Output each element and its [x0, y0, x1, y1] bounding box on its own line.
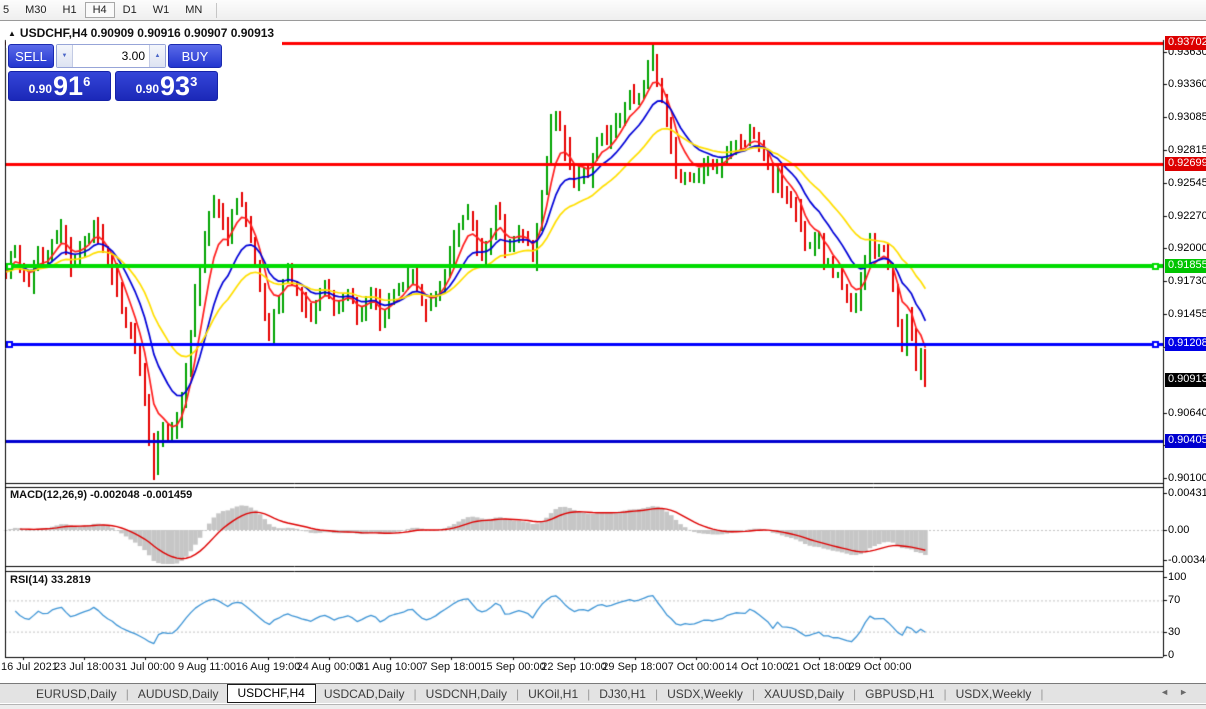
- tab-xauusd-daily[interactable]: XAUUSD,Daily: [756, 685, 852, 703]
- timeframe-w1[interactable]: W1: [145, 2, 178, 18]
- price-tick-label: 0.92000: [1168, 242, 1206, 254]
- rsi-scale-label: 70: [1168, 594, 1180, 606]
- price-tick-label: 0.91455: [1168, 308, 1206, 320]
- tabs-scroll-left-icon[interactable]: ◄: [1160, 687, 1179, 697]
- date-label: 31 Aug 10:00: [358, 661, 423, 673]
- price-badge: 0.91855: [1165, 259, 1206, 273]
- tab-dj30-h1[interactable]: DJ30,H1: [591, 685, 654, 703]
- price-tick-label: 0.92545: [1168, 177, 1206, 189]
- buy-price-prefix: 0.90: [136, 82, 159, 96]
- buy-price-big: 93: [160, 73, 190, 99]
- price-badge: 0.91208: [1165, 337, 1206, 351]
- timeframe-5[interactable]: 5: [0, 2, 17, 18]
- rsi-scale-label: 0: [1168, 649, 1174, 661]
- tab-divider: |: [1039, 687, 1044, 701]
- tab-audusd-daily[interactable]: AUDUSD,Daily: [130, 685, 227, 703]
- tab-gbpusd-h1[interactable]: GBPUSD,H1: [857, 685, 942, 703]
- price-tick-label: 0.92815: [1168, 144, 1206, 156]
- price-tick-label: 0.93360: [1168, 78, 1206, 90]
- buy-button[interactable]: BUY: [168, 44, 222, 68]
- buy-price-button[interactable]: 0.90 93 3: [115, 71, 218, 101]
- one-click-trade-panel: SELL ▼ ▲ BUY 0.90 91 6 0.90 93 3: [8, 44, 222, 101]
- date-label: 16 Jul 2021: [1, 661, 58, 673]
- macd-scale-label: -0.003405: [1168, 554, 1206, 566]
- volume-increase-button[interactable]: ▲: [149, 45, 165, 67]
- sell-price-sup: 6: [83, 74, 90, 89]
- date-label: 7 Sep 18:00: [421, 661, 480, 673]
- chart-title-text: USDCHF,H4 0.90909 0.90916 0.90907 0.9091…: [20, 26, 274, 40]
- tab-usdchf-h4[interactable]: USDCHF,H4: [227, 684, 316, 703]
- price-tick-label: 0.92270: [1168, 210, 1206, 222]
- timeframe-mn[interactable]: MN: [177, 2, 210, 18]
- macd-scale-label: 0.00431: [1168, 487, 1206, 499]
- price-tick-label: 0.90100: [1168, 472, 1206, 484]
- sell-price-button[interactable]: 0.90 91 6: [8, 71, 111, 101]
- date-label: 7 Oct 00:00: [668, 661, 725, 673]
- date-label: 29 Oct 00:00: [849, 661, 912, 673]
- volume-group: ▼ ▲: [56, 44, 166, 68]
- collapse-icon[interactable]: ▲: [8, 29, 16, 38]
- date-label: 31 Jul 00:00: [115, 661, 175, 673]
- tab-usdx-weekly[interactable]: USDX,Weekly: [948, 685, 1040, 703]
- price-badge: 0.93702: [1165, 36, 1206, 50]
- tab-divider: |: [413, 687, 418, 701]
- rsi-scale-label: 30: [1168, 626, 1180, 638]
- price-tick-label: 0.90640: [1168, 407, 1206, 419]
- date-label: 14 Oct 10:00: [726, 661, 789, 673]
- tab-eurusd-daily[interactable]: EURUSD,Daily: [28, 685, 125, 703]
- tabs-scroll-right-icon[interactable]: ►: [1179, 687, 1198, 697]
- date-label: 23 Jul 18:00: [54, 661, 114, 673]
- rsi-label: RSI(14) 33.2819: [10, 574, 91, 586]
- sell-button[interactable]: SELL: [8, 44, 54, 68]
- volume-decrease-button[interactable]: ▼: [57, 45, 73, 67]
- spinner-down-icon: ▼: [62, 53, 68, 59]
- timeframe-toolbar: 5M30H1H4D1W1MN: [0, 0, 1206, 21]
- date-label: 21 Oct 18:00: [788, 661, 851, 673]
- chart-canvas[interactable]: [0, 0, 1206, 708]
- sell-price-big: 91: [53, 73, 83, 99]
- price-tick-label: 0.91730: [1168, 275, 1206, 287]
- macd-scale-label: 0.00: [1168, 524, 1189, 536]
- date-label: 15 Sep 00:00: [480, 661, 545, 673]
- status-strip: [0, 704, 1206, 709]
- timeframe-h1[interactable]: H1: [55, 2, 85, 18]
- symbol-tabs-bar: EURUSD,Daily | AUDUSD,DailyUSDCHF,H4USDCAD…: [0, 683, 1206, 703]
- macd-label: MACD(12,26,9) -0.002048 -0.001459: [10, 489, 192, 501]
- timeframe-m30[interactable]: M30: [17, 2, 54, 18]
- tab-divider: |: [943, 687, 948, 701]
- timeframe-h4[interactable]: H4: [85, 2, 115, 18]
- rsi-scale-label: 100: [1168, 571, 1186, 583]
- price-badge: 0.90405: [1165, 434, 1206, 448]
- price-badge: 0.90913: [1165, 373, 1206, 387]
- date-label: 29 Sep 18:00: [602, 661, 667, 673]
- tab-usdcnh-daily[interactable]: USDCNH,Daily: [418, 685, 515, 703]
- spinner-up-icon: ▲: [155, 53, 161, 59]
- tab-usdcad-daily[interactable]: USDCAD,Daily: [316, 685, 413, 703]
- tab-usdx-weekly[interactable]: USDX,Weekly: [659, 685, 751, 703]
- date-label: 24 Aug 00:00: [297, 661, 362, 673]
- price-badge: 0.92699: [1165, 157, 1206, 171]
- toolbar-separator: [216, 3, 217, 18]
- sell-price-prefix: 0.90: [29, 82, 52, 96]
- tab-ukoil-h1[interactable]: UKOil,H1: [520, 685, 586, 703]
- date-label: 9 Aug 11:00: [178, 661, 236, 673]
- date-label: 16 Aug 19:00: [236, 661, 301, 673]
- date-label: 22 Sep 10:00: [541, 661, 606, 673]
- price-tick-label: 0.93085: [1168, 111, 1206, 123]
- buy-price-sup: 3: [190, 74, 197, 89]
- timeframe-d1[interactable]: D1: [115, 2, 145, 18]
- volume-input[interactable]: [73, 45, 149, 67]
